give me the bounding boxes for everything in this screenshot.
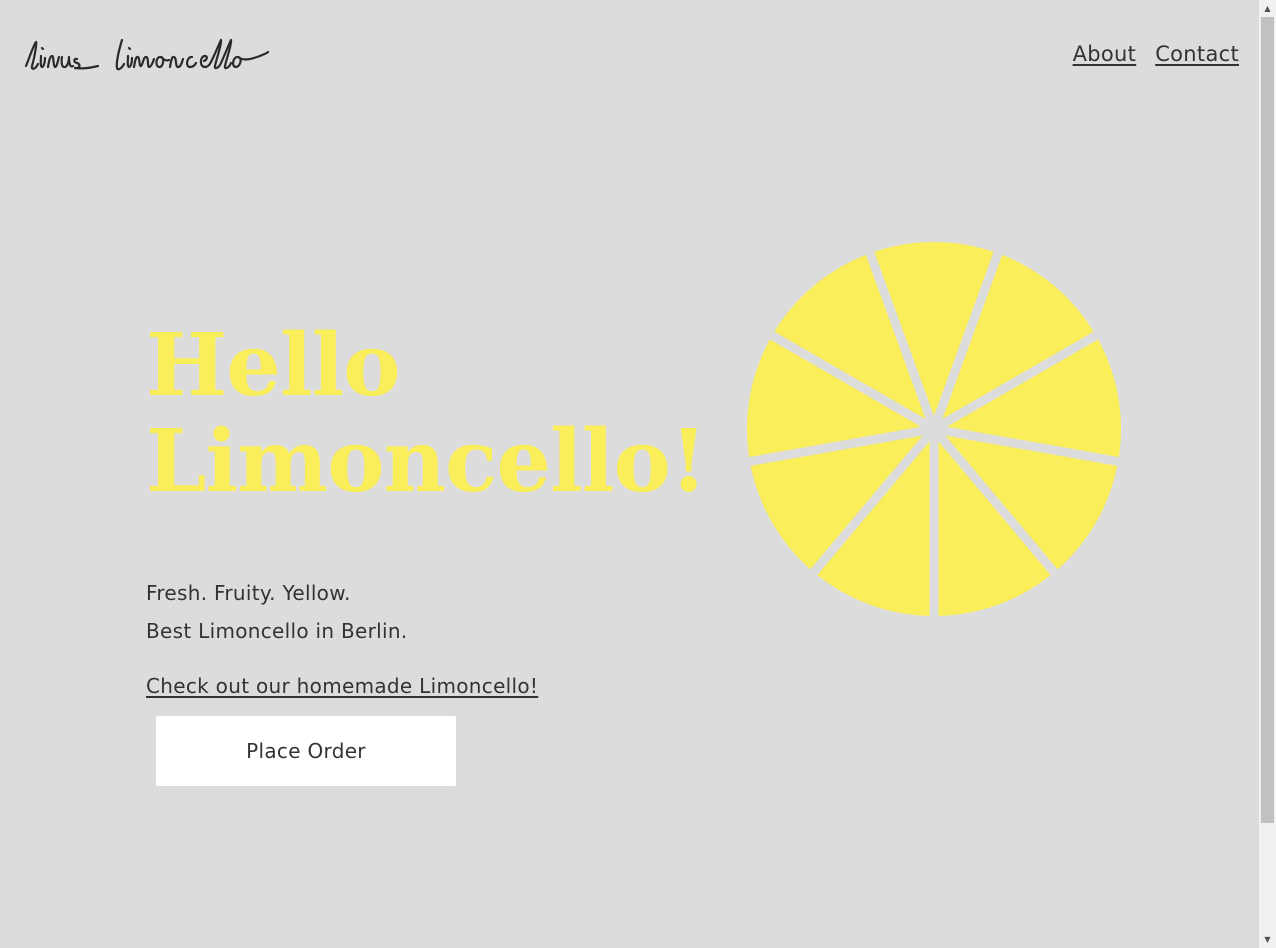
logo[interactable] (22, 36, 270, 78)
main-nav: About Contact (1073, 42, 1239, 66)
hero-title-line1: Hello (146, 315, 401, 416)
nav-about-link[interactable]: About (1073, 42, 1137, 66)
page: About Contact Hello Limoncello! Fresh. F… (0, 0, 1259, 948)
nav-contact-link[interactable]: Contact (1155, 42, 1239, 66)
cta-link[interactable]: Check out our homemade Limoncello! (146, 674, 538, 698)
place-order-button[interactable]: Place Order (156, 716, 456, 786)
tagline-line1: Fresh. Fruity. Yellow. (146, 581, 351, 605)
scrollbar[interactable]: ▲ ▼ (1259, 0, 1276, 948)
tagline: Fresh. Fruity. Yellow. Best Limoncello i… (146, 574, 408, 650)
chevron-down-icon[interactable]: ▼ (1259, 931, 1276, 948)
hero-title: Hello Limoncello! (146, 315, 708, 512)
scroll-thumb[interactable] (1261, 17, 1274, 823)
tagline-line2: Best Limoncello in Berlin. (146, 619, 408, 643)
lemon-slice-icon (745, 242, 1123, 618)
chevron-up-icon[interactable]: ▲ (1259, 0, 1276, 17)
hero-title-line2: Limoncello! (146, 411, 708, 512)
